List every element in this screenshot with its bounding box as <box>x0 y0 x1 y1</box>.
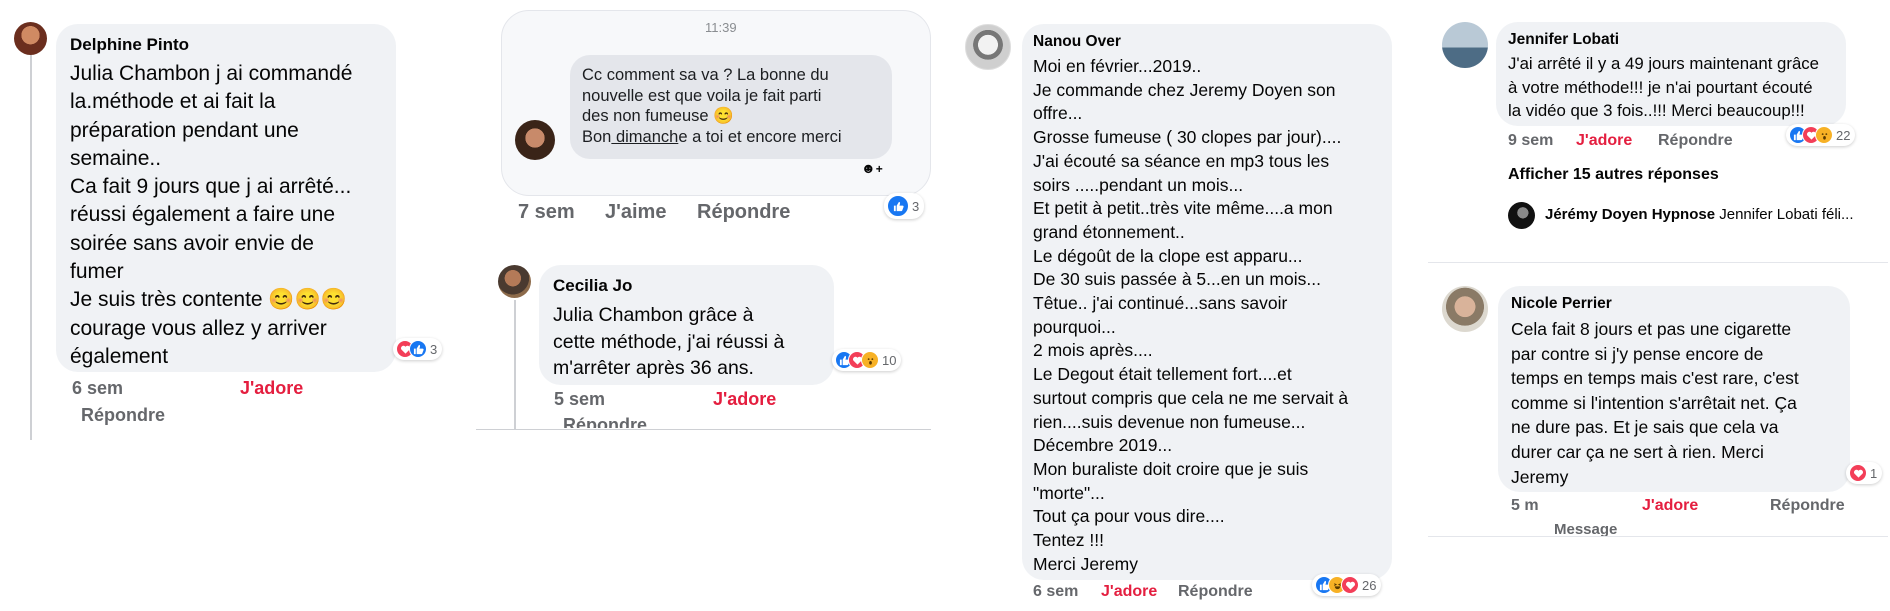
reaction-summary[interactable]: 26 <box>1312 574 1382 596</box>
like-icon <box>887 195 909 217</box>
avatar[interactable] <box>1442 286 1488 332</box>
comment-text: J'ai arrêté il y a 49 jours maintenant g… <box>1508 54 1820 120</box>
comment-time[interactable]: 9 sem <box>1508 132 1553 150</box>
more-replies-link[interactable]: Afficher 15 autres réponses <box>1508 166 1719 184</box>
reaction-summary[interactable]: 3 <box>393 338 443 360</box>
message-text-end: e a toi et encore merci <box>678 127 842 146</box>
reply-preview-text: Jennifer Lobati féli... <box>1715 206 1854 223</box>
adore-button[interactable]: J'adore <box>1642 497 1698 515</box>
love-icon <box>1849 464 1867 482</box>
comment-bubble: Nicole Perrier Cela fait 8 jours et pas … <box>1498 286 1850 492</box>
reply-preview[interactable]: Jérémy Doyen Hypnose Jennifer Lobati fél… <box>1545 206 1854 223</box>
message-bubble: Cc comment sa va ? La bonne du nouvelle … <box>570 55 892 159</box>
reaction-count: 26 <box>1362 577 1377 593</box>
reaction-summary[interactable]: 10 <box>832 349 902 371</box>
reaction-count: 3 <box>912 198 920 214</box>
reply-preview-author: Jérémy Doyen Hypnose <box>1545 206 1716 223</box>
message-link[interactable]: dimanch <box>611 128 678 146</box>
reaction-count: 10 <box>882 352 897 368</box>
avatar[interactable] <box>1442 22 1488 68</box>
adore-button[interactable]: J'adore <box>240 378 303 399</box>
comment-author[interactable]: Nanou Over <box>1033 32 1381 52</box>
reply-button[interactable]: Répondre <box>1178 583 1253 601</box>
comment-author[interactable]: Jennifer Lobati <box>1508 30 1834 50</box>
message-text-bon: Bon <box>582 127 612 146</box>
avatar[interactable] <box>1508 202 1535 229</box>
comment-author[interactable]: Delphine Pinto <box>70 34 382 56</box>
avatar[interactable] <box>14 22 47 55</box>
love-icon <box>1341 576 1359 594</box>
reaction-count: 22 <box>1836 127 1851 143</box>
reaction-count: 3 <box>430 341 438 357</box>
avatar[interactable] <box>498 265 531 298</box>
reply-button[interactable]: Répondre <box>563 415 647 428</box>
thread-line <box>514 300 516 430</box>
comment-time[interactable]: 6 sem <box>1033 583 1078 601</box>
comment-bubble: Nanou Over Moi en février...2019.. Je co… <box>1022 24 1392 580</box>
like-button[interactable]: J'aime <box>605 201 666 224</box>
message-timestamp: 11:39 <box>705 20 737 35</box>
reply-button-clip: Répondre <box>560 414 660 428</box>
adore-button[interactable]: J'adore <box>1101 583 1157 601</box>
wow-icon <box>861 351 879 369</box>
divider <box>476 429 931 430</box>
like-icon <box>409 340 427 358</box>
comment-bubble: Delphine Pinto Julia Chambon j ai comman… <box>56 24 396 372</box>
message-text: Cc comment sa va ? La bonne du nouvelle … <box>582 66 829 125</box>
comment-author[interactable]: Cecilia Jo <box>553 275 820 297</box>
wow-icon <box>1815 126 1833 144</box>
reply-button[interactable]: Répondre <box>697 201 790 224</box>
emoji-add-icon[interactable]: ☻+ <box>861 160 887 178</box>
divider <box>1428 262 1888 263</box>
reply-button[interactable]: Répondre <box>1658 132 1733 150</box>
comment-text: Julia Chambon grâce à cette méthode, j'a… <box>553 304 785 379</box>
comment-text: Cela fait 8 jours et pas une cigarette p… <box>1511 319 1799 487</box>
reaction-summary[interactable]: 1 <box>1846 462 1883 484</box>
comment-bubble: Cecilia Jo Julia Chambon grâce à cette m… <box>539 265 834 385</box>
comment-author[interactable]: Nicole Perrier <box>1511 294 1837 314</box>
comment-bubble: Jennifer Lobati J'ai arrêté il y a 49 jo… <box>1496 22 1846 126</box>
comment-text: Moi en février...2019.. Je commande chez… <box>1033 56 1349 574</box>
reply-button[interactable]: Répondre <box>81 405 165 426</box>
reaction-summary[interactable]: 22 <box>1786 124 1856 146</box>
reply-button[interactable]: Répondre <box>1770 497 1845 515</box>
thread-line <box>30 24 32 440</box>
avatar[interactable] <box>965 24 1011 70</box>
comment-text: Julia Chambon j ai commandé la.méthode e… <box>70 62 353 368</box>
adore-button[interactable]: J'adore <box>713 389 776 410</box>
avatar[interactable] <box>515 120 555 160</box>
comment-time[interactable]: 7 sem <box>518 201 575 224</box>
comment-time[interactable]: 6 sem <box>72 378 123 399</box>
reaction-summary[interactable]: 3 <box>884 193 925 219</box>
reaction-count: 1 <box>1870 465 1878 481</box>
comment-time[interactable]: 5 sem <box>554 389 605 410</box>
comment-time[interactable]: 5 m <box>1511 497 1539 515</box>
adore-button[interactable]: J'adore <box>1576 132 1632 150</box>
divider <box>1428 536 1888 537</box>
